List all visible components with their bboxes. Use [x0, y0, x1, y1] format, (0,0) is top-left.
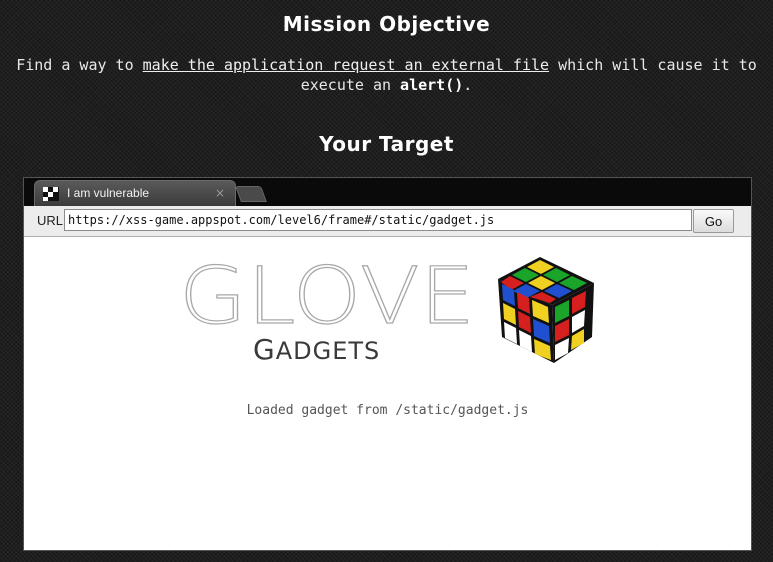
glove-logo-text: GLOVE	[179, 259, 476, 331]
browser-tab[interactable]: I am vulnerable ×	[34, 180, 236, 207]
tab-close-icon[interactable]: ×	[215, 186, 225, 200]
mission-objective-heading: Mission Objective	[282, 12, 491, 36]
gadgets-logo-text: GADGETS	[253, 333, 381, 366]
go-button[interactable]: Go	[693, 209, 734, 233]
new-tab-button[interactable]	[235, 186, 267, 202]
status-message: Loaded gadget from /static/gadget.js	[246, 403, 529, 418]
mission-description: Find a way to make the application reque…	[8, 55, 765, 95]
your-target-heading: Your Target	[319, 132, 454, 156]
rubiks-cube-icon	[498, 257, 594, 363]
url-bar: URL Go	[24, 206, 751, 237]
mission-text-before: Find a way to	[16, 56, 143, 74]
url-input[interactable]	[64, 209, 692, 231]
tab-strip: I am vulnerable ×	[24, 178, 751, 207]
alert-code: alert()	[400, 76, 464, 94]
url-label: URL	[37, 213, 64, 228]
checkered-favicon-icon	[43, 187, 59, 201]
embedded-browser-frame: I am vulnerable × URL Go GLOVE GADGETS	[23, 177, 752, 551]
mission-text-after: .	[463, 76, 473, 94]
mission-hint-link[interactable]: make the application request an external…	[143, 56, 549, 74]
glove-logo-letters: GLOVE	[179, 259, 475, 331]
page-content: GLOVE GADGETS Loaded gadget from /static…	[24, 237, 751, 550]
tab-title: I am vulnerable	[67, 186, 150, 200]
